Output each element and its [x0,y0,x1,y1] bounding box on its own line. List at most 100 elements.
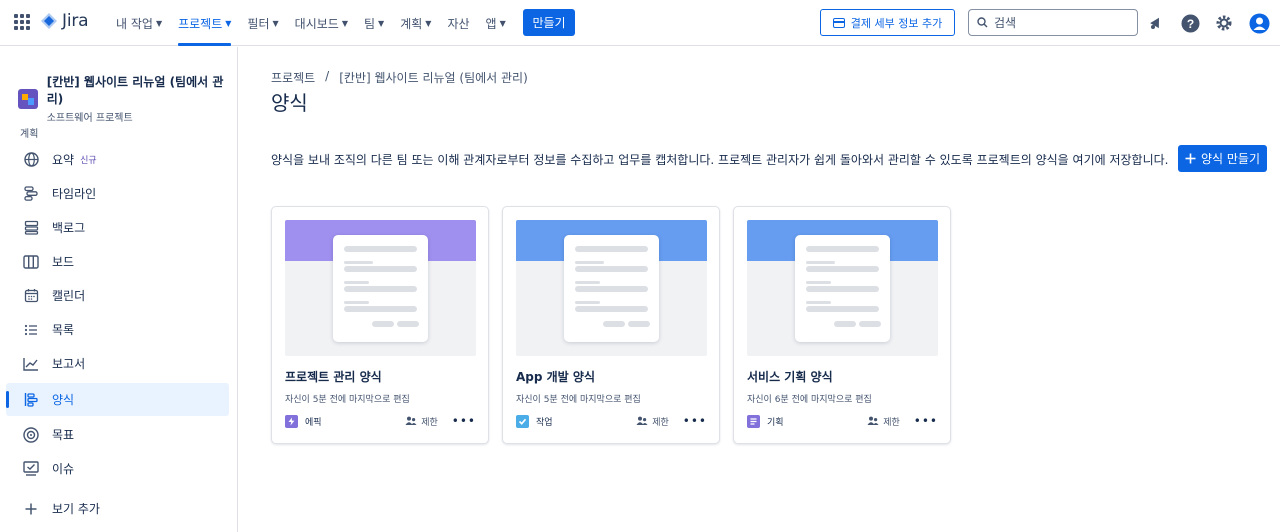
nav-label: 내 작업 [116,16,153,31]
nav-your-work[interactable]: 내 작업 ▼ [116,0,162,46]
breadcrumb: 프로젝트 / [칸반] 웹사이트 리뉴얼 (팀에서 관리) [271,69,528,86]
chevron-down-icon: ▼ [272,18,279,28]
nav-label: 팀 [364,16,376,31]
nav-filters[interactable]: 필터 ▼ [247,0,278,46]
backlog-icon [22,219,40,237]
sidebar-item-goals[interactable]: 목표 [6,418,229,451]
people-icon [636,416,648,425]
task-icon [516,414,529,428]
sidebar-item-label: 이슈 [52,462,75,476]
breadcrumb-project[interactable]: [칸반] 웹사이트 리뉴얼 (팀에서 관리) [339,69,528,86]
chevron-down-icon: ▼ [499,18,506,28]
chevron-down-icon: ▼ [225,18,232,28]
plus-icon [22,500,40,518]
create-form-button[interactable]: 양식 만들기 [1178,145,1267,172]
reports-icon [22,355,40,373]
card-title[interactable]: 프로젝트 관리 양식 [285,368,382,385]
card-last-edited: 자신이 5분 전에 마지막으로 편집 [285,395,410,405]
more-options-icon[interactable]: ••• [452,415,476,427]
more-options-icon[interactable]: ••• [914,415,938,427]
chevron-down-icon: ▼ [155,18,163,28]
restriction-label: 제한 [652,417,669,428]
search-input[interactable]: 검색 [968,9,1138,36]
sidebar-item-label: 목록 [52,323,75,337]
jira-logo[interactable]: Jira [40,11,89,31]
card-preview [747,220,938,356]
restriction-label: 제한 [883,417,900,428]
create-button[interactable]: 만들기 [523,9,575,36]
credit-card-icon [832,17,845,28]
sidebar-item-label: 양식 [52,393,75,407]
epic-icon [285,414,298,428]
issues-icon [22,460,40,478]
app-switcher-icon[interactable] [14,14,30,30]
card-type-label: 기획 [767,417,784,428]
sidebar-item-issues[interactable]: 이슈 [6,452,229,485]
project-header[interactable]: [칸반] 웹사이트 리뉴얼 (팀에서 관리) 소프트웨어 프로젝트 [18,73,237,124]
nav-apps[interactable]: 앱 ▼ [486,0,506,46]
form-document-icon [564,235,659,342]
card-type-label: 작업 [536,417,553,428]
add-billing-button[interactable]: 결제 세부 정보 추가 [820,9,955,36]
add-view-button[interactable]: 보기 추가 [6,492,229,525]
sidebar-item-timeline[interactable]: 타임라인 [6,177,229,210]
people-icon [867,416,879,425]
nav-label: 앱 [485,16,497,31]
nav-projects[interactable]: 프로젝트 ▼ [178,0,232,46]
new-badge: 신규 [80,156,97,166]
restriction-button[interactable]: 제한 [636,415,669,428]
restriction-button[interactable]: 제한 [867,415,900,428]
page-description: 양식을 보내 조직의 다른 팀 또는 이해 관계자로부터 정보를 수집하고 업무… [271,153,1169,167]
card-footer: 작업 제한 ••• [516,413,707,429]
notifications-icon[interactable] [1145,12,1167,34]
sidebar-item-reports[interactable]: 보고서 [6,347,229,380]
help-icon[interactable]: ? [1179,12,1201,34]
chevron-down-icon: ▼ [425,18,432,28]
card-title[interactable]: App 개발 양식 [516,368,595,385]
page-title: 양식 [271,91,308,115]
card-footer: 에픽 제한 ••• [285,413,476,429]
project-type: 소프트웨어 프로젝트 [46,113,133,124]
form-card[interactable]: 서비스 기획 양식 자신이 6분 전에 마지막으로 편집 기획 제한 ••• [733,206,951,444]
card-preview [516,220,707,356]
sidebar-item-label: 요약 [52,153,75,167]
sidebar-item-summary[interactable]: 요약 신규 [6,143,229,176]
project-sidebar: [칸반] 웹사이트 리뉴얼 (팀에서 관리) 소프트웨어 프로젝트 계획 요약 … [0,47,238,532]
globe-icon [22,151,40,169]
form-card[interactable]: 프로젝트 관리 양식 자신이 5분 전에 마지막으로 편집 에픽 제한 ••• [271,206,489,444]
plus-icon [1185,153,1196,164]
project-avatar [18,88,38,109]
form-document-icon [333,235,428,342]
sidebar-item-calendar[interactable]: 캘린더 [6,279,229,312]
people-icon [405,416,417,425]
form-card[interactable]: App 개발 양식 자신이 5분 전에 마지막으로 편집 작업 제한 ••• [502,206,720,444]
sidebar-item-board[interactable]: 보드 [6,245,229,278]
sidebar-item-label: 목표 [52,428,75,442]
nav-teams[interactable]: 팀 ▼ [364,0,384,46]
card-footer: 기획 제한 ••• [747,413,938,429]
sidebar-item-forms[interactable]: 양식 [6,383,229,416]
sidebar-item-label: 타임라인 [52,187,97,201]
nav-label: 대시보드 [294,16,339,31]
more-options-icon[interactable]: ••• [683,415,707,427]
profile-icon[interactable] [1248,12,1270,34]
settings-icon[interactable] [1213,12,1235,34]
sidebar-item-label: 보드 [52,255,75,269]
project-name: [칸반] 웹사이트 리뉴얼 (팀에서 관리) [46,75,224,106]
svg-text:?: ? [1186,17,1193,31]
sidebar-item-list[interactable]: 목록 [6,313,229,346]
add-view-label: 보기 추가 [52,502,100,516]
breadcrumb-projects[interactable]: 프로젝트 [271,69,315,86]
search-placeholder: 검색 [994,16,1017,30]
nav-dashboards[interactable]: 대시보드 ▼ [295,0,348,46]
search-icon [977,17,988,28]
logo-text: Jira [62,11,89,31]
sidebar-item-label: 보고서 [52,357,86,371]
card-title[interactable]: 서비스 기획 양식 [747,368,833,385]
nav-plans[interactable]: 계획 ▼ [400,0,431,46]
sidebar-item-backlog[interactable]: 백로그 [6,211,229,244]
restriction-button[interactable]: 제한 [405,415,438,428]
nav-assets[interactable]: 자산 [447,0,469,46]
section-label-planning: 계획 [20,129,39,140]
list-icon [22,321,40,339]
